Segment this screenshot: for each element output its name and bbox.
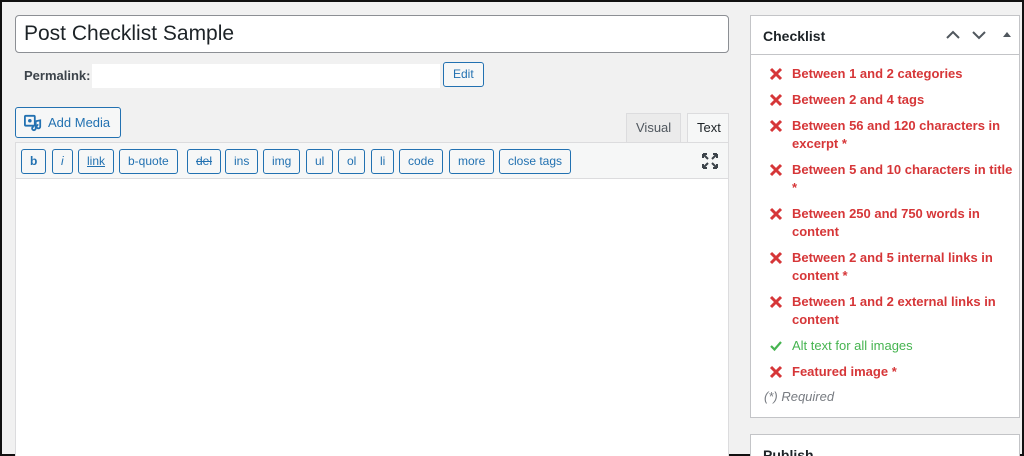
tab-visual[interactable]: Visual (626, 113, 682, 142)
qt-bquote-button[interactable]: b-quote (119, 149, 178, 174)
pass-check-icon (770, 341, 782, 352)
checklist-panel-header: Checklist (751, 16, 1019, 55)
fail-x-icon (769, 295, 783, 309)
qt-ol-button[interactable]: ol (338, 149, 366, 174)
qt-more-button[interactable]: more (449, 149, 495, 174)
qt-ins-button[interactable]: ins (225, 149, 259, 174)
tab-text[interactable]: Text (687, 113, 729, 142)
permalink-label: Permalink: (24, 68, 91, 83)
fail-x-icon (769, 251, 783, 265)
fail-x-icon (769, 67, 783, 81)
checklist-item-label: Between 56 and 120 characters in excerpt… (792, 118, 1001, 151)
checklist-item-label: Featured image * (792, 364, 897, 379)
checklist-item-label: Between 1 and 2 external links in conten… (792, 294, 996, 327)
fail-x-icon (769, 93, 783, 107)
fullscreen-icon[interactable] (702, 153, 718, 169)
chevron-up-icon[interactable] (944, 26, 962, 44)
checklist-item-label: Between 2 and 5 internal links in conten… (792, 250, 993, 283)
checklist-item: Between 5 and 10 characters in title * (751, 161, 1019, 197)
fail-x-icon (769, 119, 783, 133)
checklist-item: Featured image * (751, 363, 1019, 381)
chevron-down-icon[interactable] (970, 26, 988, 44)
checklist-item-label: Alt text for all images (792, 338, 913, 353)
checklist-item: Between 56 and 120 characters in excerpt… (751, 117, 1019, 153)
fail-x-icon (769, 163, 783, 177)
qt-bold-button[interactable]: b (21, 149, 47, 174)
add-media-button[interactable]: Add Media (15, 107, 122, 138)
add-media-label: Add Media (48, 115, 111, 130)
checklist-item: Between 1 and 2 categories (751, 65, 1019, 83)
checklist-item: Between 250 and 750 words in content (751, 205, 1019, 241)
qt-del-button[interactable]: del (187, 149, 222, 174)
qt-ul-button[interactable]: ul (306, 149, 334, 174)
qt-italic-button[interactable]: i (52, 149, 73, 174)
qt-li-button[interactable]: li (371, 149, 395, 174)
qt-img-button[interactable]: img (263, 149, 301, 174)
qt-close-tags-button[interactable]: close tags (499, 149, 572, 174)
qt-link-button[interactable]: link (78, 149, 115, 174)
checklist-item-label: Between 5 and 10 characters in title * (792, 162, 1013, 195)
publish-panel: Publish (750, 434, 1020, 456)
checklist-item: Alt text for all images (751, 337, 1019, 355)
checklist-item: Between 1 and 2 external links in conten… (751, 293, 1019, 329)
collapse-toggle-icon[interactable] (998, 26, 1016, 44)
checklist-panel: Checklist Between 1 and 2 categories Bet… (750, 15, 1020, 418)
post-title-input[interactable] (15, 15, 729, 53)
checklist-item-label: Between 250 and 750 words in content (792, 206, 980, 239)
checklist-item-label: Between 1 and 2 categories (792, 66, 963, 81)
quicktags-toolbar: b i link b-quote del ins img ul ol li co… (16, 143, 728, 179)
text-editor[interactable]: b i link b-quote del ins img ul ol li co… (15, 142, 729, 456)
publish-title: Publish (763, 447, 814, 456)
fail-x-icon (769, 207, 783, 221)
permalink-url-redacted (92, 64, 440, 88)
checklist-item: Between 2 and 5 internal links in conten… (751, 249, 1019, 285)
checklist-item-label: Between 2 and 4 tags (792, 92, 925, 107)
checklist-title: Checklist (763, 28, 826, 44)
media-icon (24, 114, 42, 131)
required-note: (*) Required (764, 389, 835, 404)
checklist-item: Between 2 and 4 tags (751, 91, 1019, 109)
fail-x-icon (769, 365, 783, 379)
qt-code-button[interactable]: code (399, 149, 444, 174)
checklist-items: Between 1 and 2 categories Between 2 and… (751, 55, 1019, 381)
edit-permalink-button[interactable]: Edit (443, 62, 484, 87)
